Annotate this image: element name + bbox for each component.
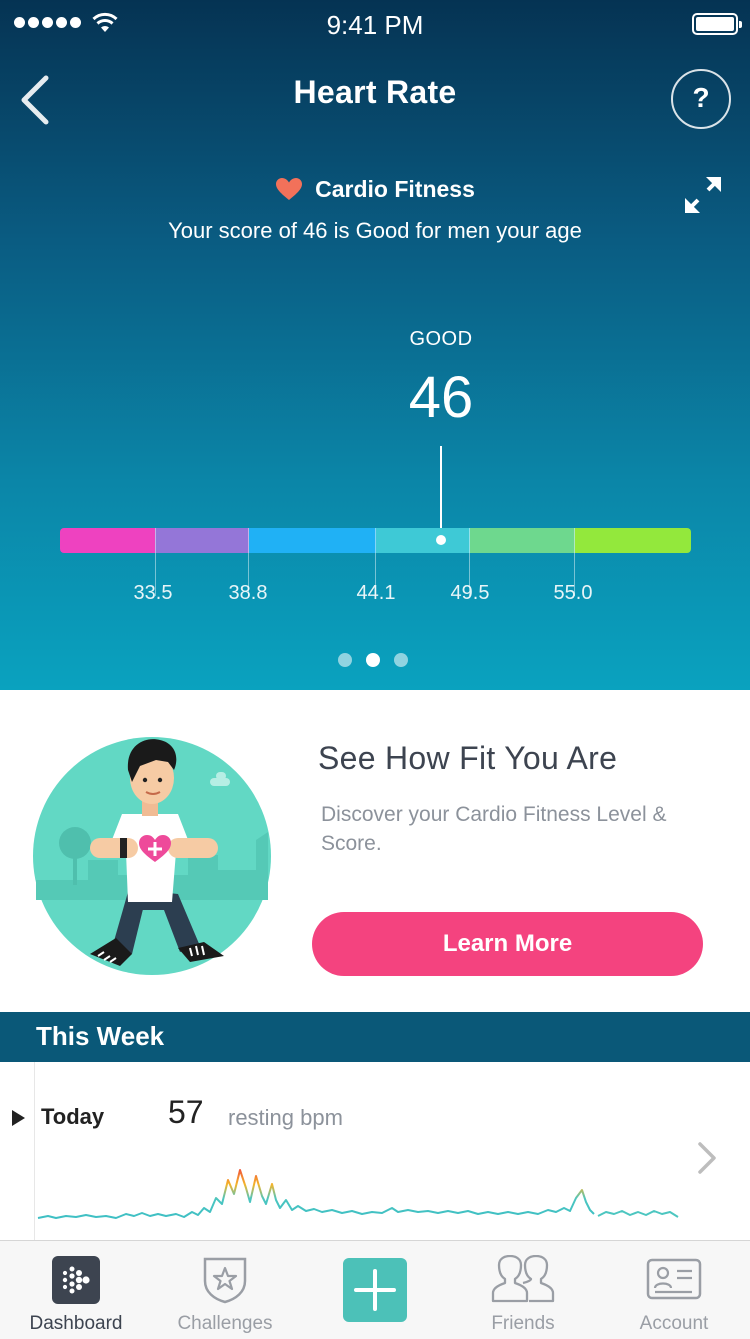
runner-illustration <box>33 737 271 975</box>
scale-segment <box>60 528 155 553</box>
week-row-today[interactable]: Today 57 resting bpm <box>0 1062 750 1240</box>
tab-account[interactable]: Account <box>599 1241 749 1339</box>
tab-friends[interactable]: Friends <box>448 1241 598 1339</box>
score-value: 46 <box>408 365 474 430</box>
score-pointer-dot <box>436 535 446 545</box>
scale-tick-label: 38.8 <box>228 582 268 604</box>
battery-icon <box>692 13 742 35</box>
cardio-fitness-heading: Cardio Fitness <box>0 176 750 203</box>
scale-tick-label: 49.5 <box>450 582 490 604</box>
tab-label: Account <box>639 1313 709 1334</box>
resting-bpm-unit: resting bpm <box>228 1105 343 1130</box>
score-level-label: GOOD <box>409 328 473 350</box>
scale-segment <box>249 528 376 553</box>
tab-challenges[interactable]: Challenges <box>150 1241 300 1339</box>
status-bar: 9:41 PM <box>0 0 750 48</box>
cardio-fitness-title: Cardio Fitness <box>315 176 475 202</box>
promo-description: Discover your Cardio Fitness Level & Sco… <box>321 803 667 855</box>
add-button[interactable] <box>343 1258 407 1322</box>
page-title: Heart Rate <box>293 74 457 110</box>
tab-dashboard[interactable]: Dashboard <box>1 1241 151 1339</box>
scale-tick-label: 44.1 <box>356 582 396 604</box>
expand-triangle-icon[interactable] <box>12 1110 25 1126</box>
star-badge-icon <box>203 1257 247 1304</box>
help-button[interactable]: ? <box>671 69 731 129</box>
fitbit-logo-icon <box>52 1256 100 1304</box>
day-label: Today <box>41 1104 105 1129</box>
scale-tick-label: 33.5 <box>133 582 173 604</box>
fitness-promo-card: See How Fit You Are Discover your Cardio… <box>0 690 750 1012</box>
heart-rate-sparkline <box>37 1169 679 1219</box>
page-dot[interactable] <box>338 653 352 667</box>
chevron-right-icon[interactable] <box>695 1138 719 1178</box>
tab-bar: Dashboard Challenges Friends Account <box>0 1240 750 1339</box>
cardio-fitness-subtitle: Your score of 46 is Good for men your ag… <box>168 218 582 243</box>
this-week-header: This Week <box>0 1012 750 1062</box>
scale-segment <box>575 528 691 553</box>
heart-icon <box>276 178 303 200</box>
people-icon <box>491 1255 555 1303</box>
plus-icon <box>354 1269 396 1311</box>
scale-segment <box>155 528 249 553</box>
resting-bpm-value: 57 <box>168 1094 204 1130</box>
status-time: 9:41 PM <box>326 10 424 40</box>
page-dot[interactable] <box>366 653 380 667</box>
scale-segment <box>376 528 470 553</box>
tab-label: Challenges <box>177 1313 273 1334</box>
id-card-icon <box>646 1258 702 1300</box>
tab-label: Dashboard <box>29 1313 123 1334</box>
score-pointer-line <box>440 446 442 538</box>
page-dot[interactable] <box>394 653 408 667</box>
expand-icon[interactable] <box>680 172 726 218</box>
learn-more-button[interactable]: Learn More <box>312 912 703 976</box>
tab-label: Friends <box>491 1313 555 1334</box>
timeline-line <box>34 1062 35 1240</box>
page-indicator[interactable] <box>338 653 408 667</box>
cardio-fitness-panel: 9:41 PM Heart Rate ? Cardio Fitness Your… <box>0 0 750 690</box>
scale-tick-label: 55.0 <box>553 582 593 604</box>
promo-title: See How Fit You Are <box>318 740 618 776</box>
scale-segment <box>470 528 575 553</box>
